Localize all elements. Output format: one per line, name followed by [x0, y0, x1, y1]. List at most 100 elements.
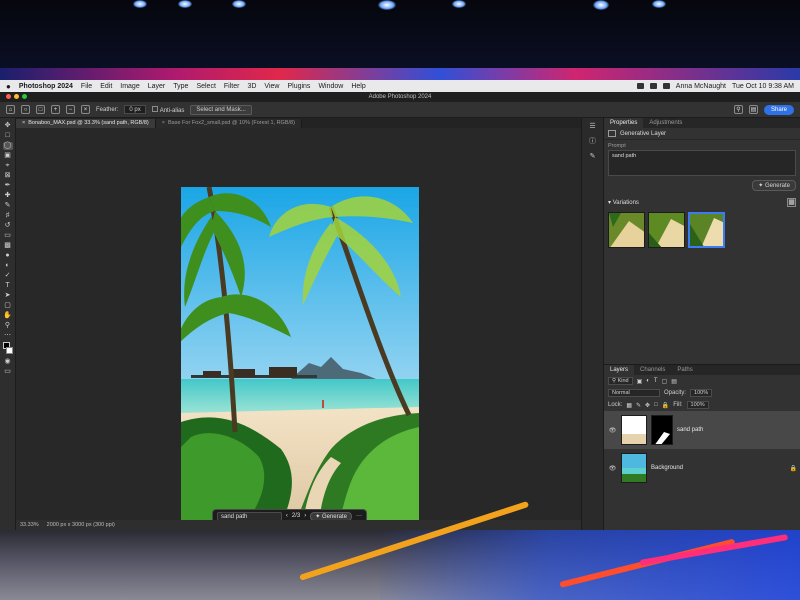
layer-lock-icon[interactable]: 🔒: [790, 465, 797, 472]
doc-tab-active[interactable]: × Bonaboo_MAX.psd @ 33.3% (sand path, RGB…: [16, 119, 156, 128]
layer-row-sand-path[interactable]: 👁 sand path: [604, 411, 800, 449]
layer-mask-thumbnail[interactable]: [651, 415, 673, 445]
tab-adjustments[interactable]: Adjustments: [643, 118, 688, 128]
visibility-eye-icon[interactable]: 👁: [608, 465, 617, 472]
menu-select[interactable]: Select: [196, 83, 215, 90]
quick-mask-icon[interactable]: ◉: [3, 358, 13, 366]
share-button[interactable]: Share: [763, 104, 794, 115]
menubar-clock[interactable]: Tue Oct 10 9:38 AM: [732, 83, 794, 90]
layer-name[interactable]: sand path: [677, 427, 703, 433]
move-tool-icon[interactable]: ✥: [3, 122, 13, 130]
opacity-input[interactable]: 100%: [690, 389, 713, 397]
menu-type[interactable]: Type: [173, 83, 188, 90]
new-selection-icon[interactable]: □: [36, 105, 45, 114]
add-selection-icon[interactable]: +: [51, 105, 60, 114]
lock-transparent-icon[interactable]: ▦: [626, 402, 632, 409]
menu-file[interactable]: File: [81, 83, 92, 90]
control-center-icon[interactable]: [662, 83, 670, 89]
variation-thumbnail-2[interactable]: [648, 212, 685, 248]
tab-channels[interactable]: Channels: [634, 365, 671, 375]
tab-layers[interactable]: Layers: [604, 365, 635, 375]
doc-tab[interactable]: × Base For Fox2_small.psd @ 10% (Forest 1…: [155, 119, 302, 128]
path-select-tool-icon[interactable]: ➤: [3, 292, 13, 300]
tab-properties[interactable]: Properties: [604, 118, 644, 128]
app-menu[interactable]: Photoshop 2024: [19, 83, 73, 90]
menu-edit[interactable]: Edit: [100, 83, 112, 90]
minimize-window-button[interactable]: [14, 94, 19, 99]
brush-settings-icon[interactable]: ✎: [590, 152, 596, 160]
eyedropper-tool-icon[interactable]: ✒: [3, 182, 13, 190]
visibility-eye-icon[interactable]: 👁: [608, 427, 617, 434]
close-tab-icon[interactable]: ×: [162, 120, 165, 126]
close-tab-icon[interactable]: ×: [22, 120, 25, 126]
blend-mode-select[interactable]: Normal: [608, 389, 660, 397]
menu-view[interactable]: View: [264, 83, 279, 90]
more-options-icon[interactable]: ···: [356, 513, 362, 519]
next-variation-icon[interactable]: ›: [304, 513, 306, 519]
pen-tool-icon[interactable]: ✓: [3, 272, 13, 280]
dodge-tool-icon[interactable]: ◐: [3, 262, 13, 270]
lock-all-icon[interactable]: 🔒: [662, 402, 669, 409]
brush-tool-icon[interactable]: ✎: [3, 202, 13, 210]
select-and-mask-button[interactable]: Select and Mask...: [190, 104, 252, 115]
gradient-tool-icon[interactable]: ▩: [3, 242, 13, 250]
properties-generate-button[interactable]: ✦ Generate: [752, 180, 796, 191]
layer-name[interactable]: Background: [651, 465, 683, 471]
zoom-window-button[interactable]: [22, 94, 27, 99]
lock-position-icon[interactable]: ✥: [645, 402, 650, 409]
menu-filter[interactable]: Filter: [224, 83, 240, 90]
history-panel-icon[interactable]: ☰: [589, 122, 595, 130]
type-tool-icon[interactable]: T: [3, 282, 13, 290]
hand-tool-icon[interactable]: ✋: [3, 312, 13, 320]
rectangle-tool-icon[interactable]: ▢: [3, 302, 13, 310]
wifi-icon[interactable]: [636, 83, 644, 89]
close-window-button[interactable]: [6, 94, 11, 99]
color-swatches-icon[interactable]: [2, 342, 13, 356]
document-size[interactable]: 2000 px x 3000 px (300 ppi): [47, 522, 115, 528]
object-select-tool-icon[interactable]: ▣: [3, 152, 13, 160]
lock-artboard-icon[interactable]: □: [654, 402, 658, 408]
more-tools-icon[interactable]: ⋯: [3, 332, 13, 340]
menu-3d[interactable]: 3D: [247, 83, 256, 90]
search-icon[interactable]: ⚲: [733, 105, 743, 114]
intersect-selection-icon[interactable]: ×: [81, 105, 90, 114]
layer-thumbnail[interactable]: [621, 453, 647, 483]
previous-variation-icon[interactable]: ‹: [286, 513, 288, 519]
zoom-level[interactable]: 33.33%: [20, 522, 39, 528]
tab-paths[interactable]: Paths: [671, 365, 698, 375]
workspace-icon[interactable]: ▤: [748, 105, 758, 114]
prompt-textarea[interactable]: sand path: [608, 150, 796, 176]
subtract-selection-icon[interactable]: −: [66, 105, 75, 114]
menubar-user[interactable]: Anna McNaught: [676, 83, 726, 90]
lasso-tool-preset-icon[interactable]: ○: [21, 105, 30, 114]
menu-image[interactable]: Image: [120, 83, 139, 90]
layer-thumbnail[interactable]: [621, 415, 647, 445]
frame-tool-icon[interactable]: ⊠: [3, 172, 13, 180]
menu-window[interactable]: Window: [318, 83, 343, 90]
filter-type-icon[interactable]: T: [654, 378, 658, 384]
variations-label[interactable]: ▾ Variations: [608, 199, 639, 206]
filter-smart-object-icon[interactable]: ▤: [671, 378, 677, 385]
anti-alias-checkbox[interactable]: Anti-alias: [151, 105, 184, 114]
blur-tool-icon[interactable]: ●: [3, 252, 13, 260]
filter-shape-icon[interactable]: ▢: [662, 378, 668, 385]
clone-stamp-icon[interactable]: ♯: [3, 212, 13, 220]
variation-thumbnail-1[interactable]: [608, 212, 645, 248]
feather-input[interactable]: 0 px: [124, 105, 146, 114]
document-canvas-photo[interactable]: [181, 187, 419, 530]
info-panel-icon[interactable]: ⓘ: [589, 136, 596, 146]
layer-filter-select[interactable]: ⚲ Kind: [608, 377, 633, 385]
healing-brush-icon[interactable]: ✚: [3, 192, 13, 200]
fill-input[interactable]: 100%: [686, 401, 709, 409]
apple-icon[interactable]: ●: [6, 82, 11, 91]
lasso-tool-icon[interactable]: ◯: [2, 142, 13, 150]
menu-layer[interactable]: Layer: [148, 83, 166, 90]
menu-help[interactable]: Help: [351, 83, 365, 90]
history-brush-icon[interactable]: ↺: [3, 222, 13, 230]
eraser-tool-icon[interactable]: ▭: [3, 232, 13, 240]
filter-pixel-icon[interactable]: ▣: [637, 378, 643, 385]
variations-grid-icon[interactable]: ▦: [787, 198, 796, 207]
crop-tool-icon[interactable]: ⌖: [3, 162, 13, 170]
variation-thumbnail-3[interactable]: [688, 212, 725, 248]
menu-plugins[interactable]: Plugins: [287, 83, 310, 90]
